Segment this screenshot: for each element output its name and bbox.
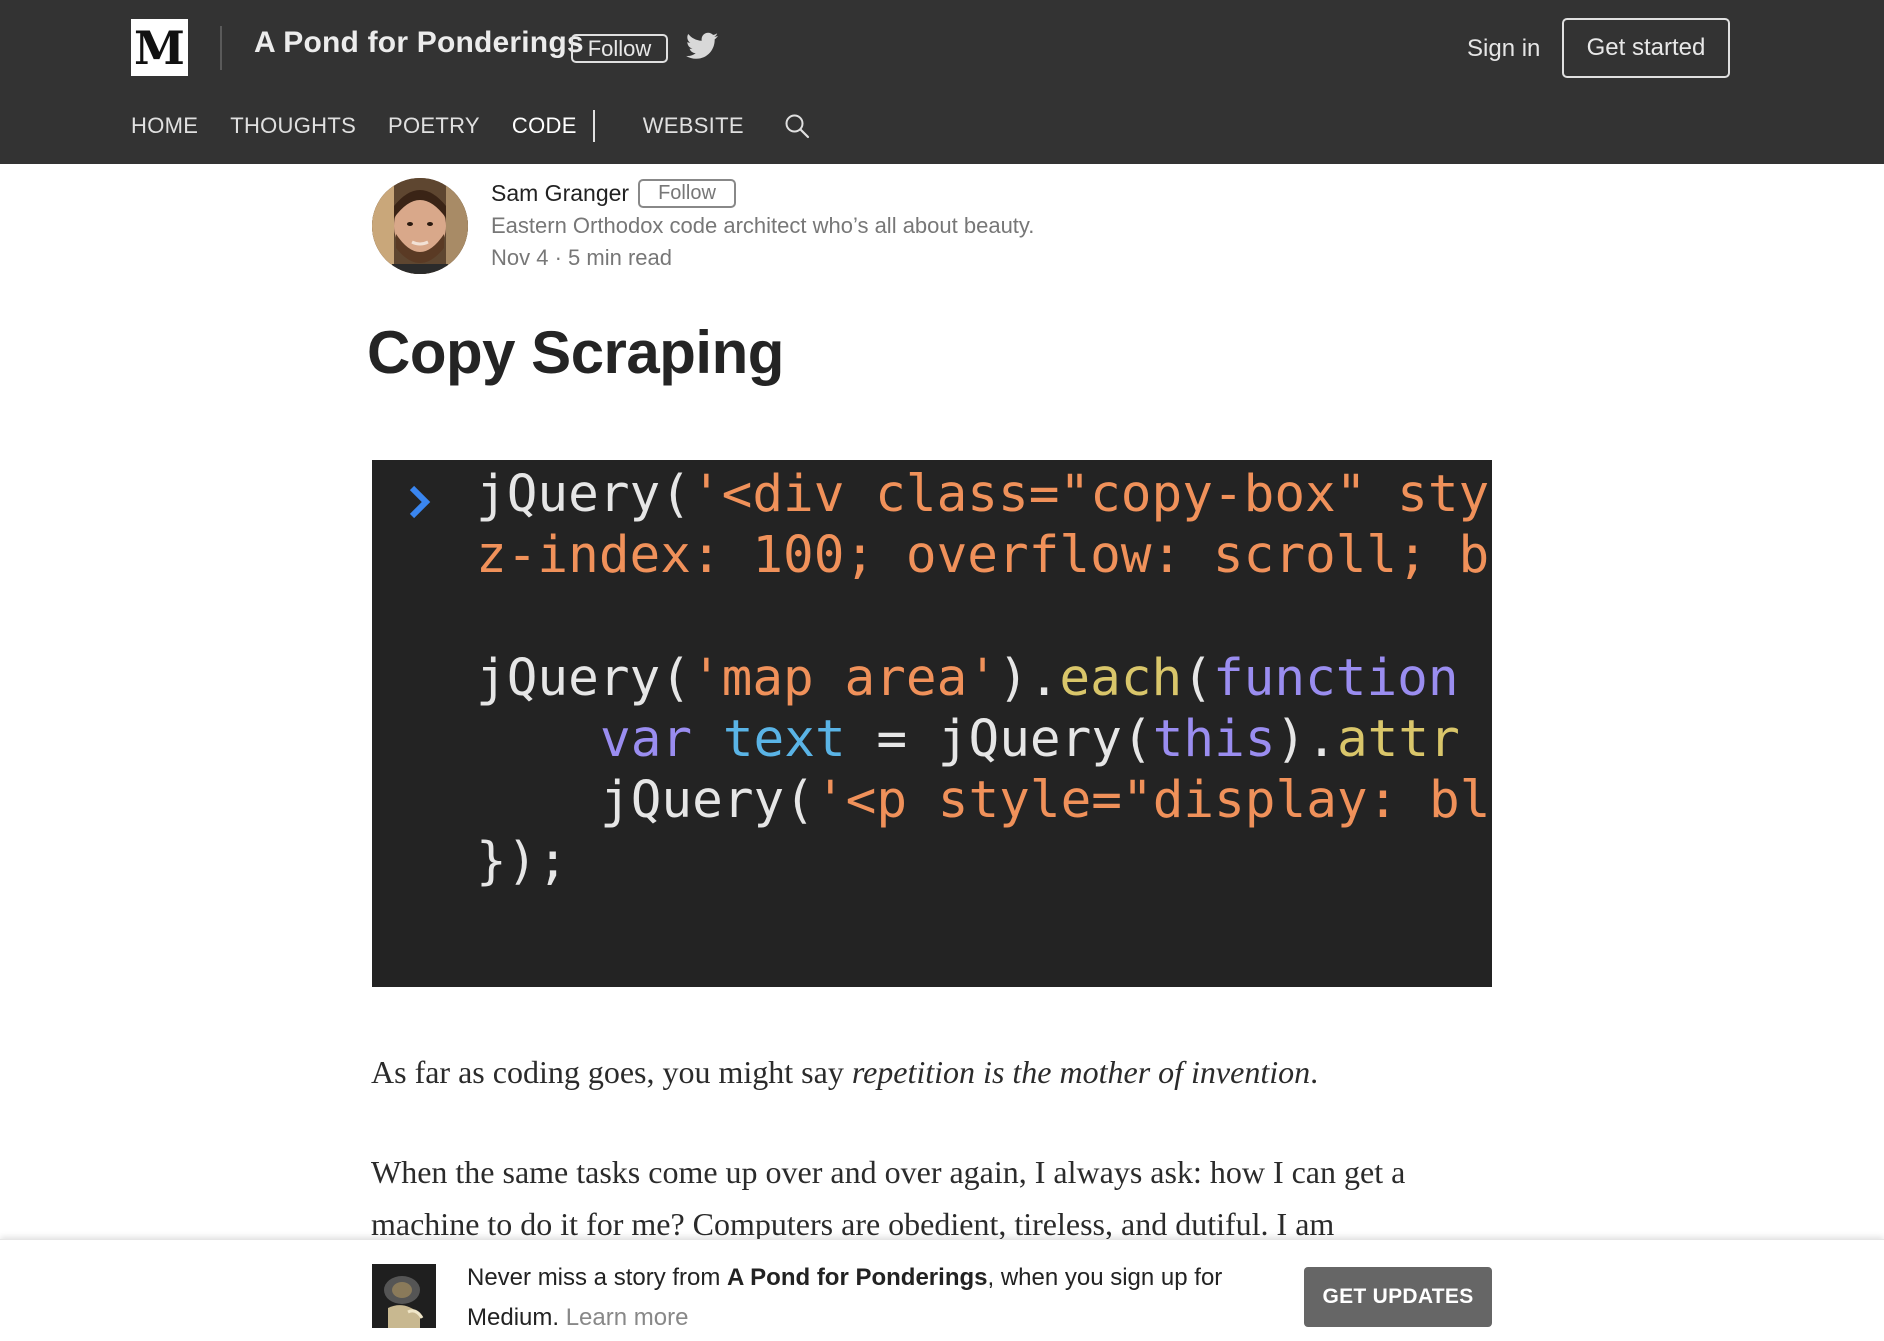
author-name[interactable]: Sam Granger — [491, 180, 629, 207]
nav-thoughts[interactable]: THOUGHTS — [230, 113, 356, 139]
article-title: Copy Scraping — [367, 319, 784, 386]
banner-message: Never miss a story from A Pond for Ponde… — [467, 1264, 1223, 1331]
code-line-1: jQuery('<div class="copy-box" sty — [476, 465, 1490, 524]
post-meta: Nov 4 · 5 min read — [491, 245, 672, 271]
publication-follow-button[interactable]: Follow — [571, 34, 668, 63]
post-date[interactable]: Nov 4 — [491, 245, 548, 270]
get-updates-button[interactable]: GET UPDATES — [1304, 1267, 1492, 1327]
meta-separator: · — [548, 245, 569, 270]
nav-website[interactable]: WEBSITE — [643, 113, 744, 139]
code-line-3: jQuery('map area').each(function — [476, 649, 1459, 708]
publication-thumbnail — [372, 1264, 436, 1328]
publication-nav: HOME THOUGHTS POETRY CODE WEBSITE — [131, 110, 810, 142]
site-header: M A Pond for Ponderings Follow Sign in G… — [0, 0, 1884, 164]
code-line-4: var text = jQuery(this).attr — [600, 710, 1460, 769]
read-time: 5 min read — [568, 245, 672, 270]
console-prompt-icon — [409, 485, 431, 519]
sign-in-link[interactable]: Sign in — [1467, 35, 1540, 63]
get-started-button[interactable]: Get started — [1562, 18, 1730, 78]
medium-logo[interactable]: M — [131, 19, 188, 76]
author-follow-button[interactable]: Follow — [638, 179, 736, 208]
logo-divider — [220, 26, 222, 70]
publication-name[interactable]: A Pond for Ponderings — [254, 26, 584, 60]
author-photo — [372, 178, 468, 274]
author-avatar[interactable] — [372, 178, 468, 274]
learn-more-link[interactable]: Learn more — [566, 1304, 689, 1331]
search-icon[interactable] — [784, 113, 810, 139]
code-screenshot: jQuery('<div class="copy-box" sty z-inde… — [372, 460, 1492, 987]
author-bio: Eastern Orthodox code architect who’s al… — [491, 213, 1035, 238]
article-paragraph-2: When the same tasks come up over and ove… — [371, 1154, 1406, 1242]
nav-poetry[interactable]: POETRY — [388, 113, 480, 139]
code-line-5: jQuery('<p style="display: bl — [600, 771, 1491, 830]
nav-code[interactable]: CODE — [512, 113, 577, 139]
twitter-icon[interactable] — [686, 32, 718, 60]
signup-banner: Never miss a story from A Pond for Ponde… — [0, 1239, 1884, 1341]
article-paragraph-1: As far as coding goes, you might say rep… — [371, 1054, 1319, 1090]
code-line-6: }); — [476, 832, 569, 891]
nav-active-indicator — [592, 110, 595, 142]
code-line-2: z-index: 100; overflow: scroll; b — [476, 526, 1490, 585]
nav-home[interactable]: HOME — [131, 113, 198, 139]
